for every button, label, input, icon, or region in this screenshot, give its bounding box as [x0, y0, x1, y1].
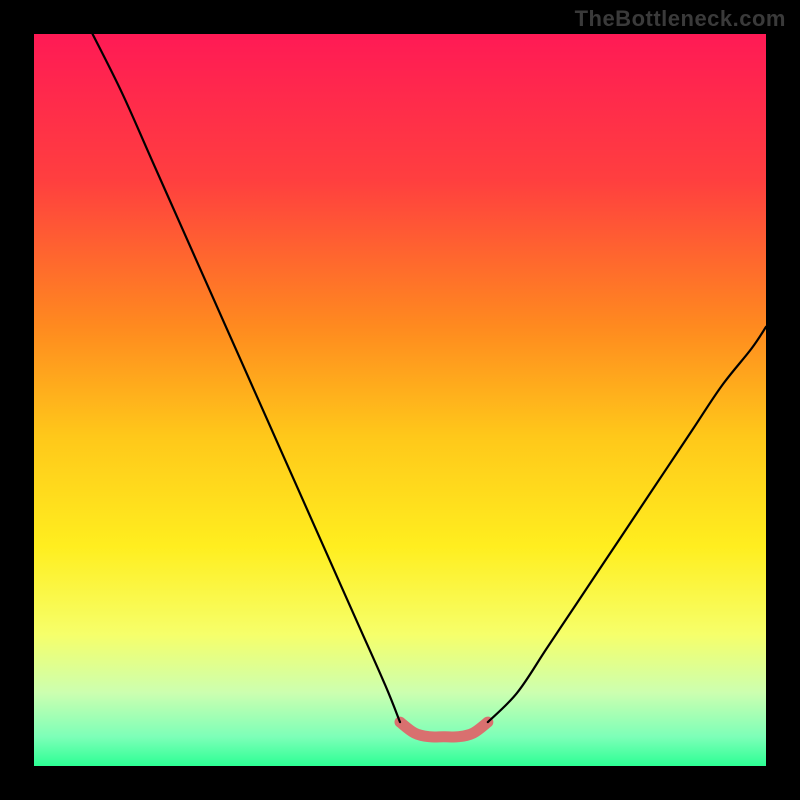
chart-frame: TheBottleneck.com — [0, 0, 800, 800]
bottleneck-chart — [0, 0, 800, 800]
